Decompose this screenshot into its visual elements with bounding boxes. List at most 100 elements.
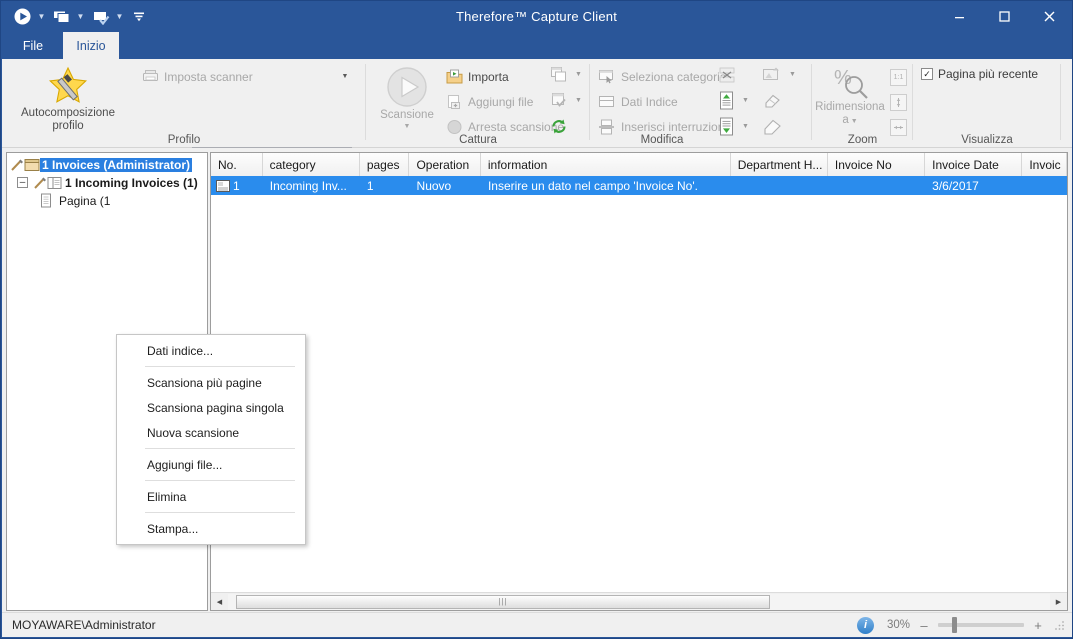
move-up-button[interactable]: ▼ xyxy=(718,91,749,110)
scan-button-dropdown-arrow[interactable]: ▼ xyxy=(404,122,411,131)
close-icon xyxy=(1044,11,1055,22)
apply-page-button[interactable]: ▼ xyxy=(550,91,582,110)
tab-file[interactable]: File xyxy=(11,32,55,59)
grid-header-invoice-no[interactable]: Invoice No xyxy=(828,153,925,176)
zoom-in-button[interactable]: + xyxy=(1032,618,1044,633)
select-category-label: Seleziona categoria xyxy=(621,70,726,84)
latest-page-checkbox-row[interactable]: ✓ Pagina più recente xyxy=(921,67,1038,81)
tree-expander-icon[interactable]: – xyxy=(17,177,28,188)
add-file-icon xyxy=(446,94,463,110)
ribbon-group-visualizza: ✓ Pagina più recente Visualizza xyxy=(913,59,1061,147)
chevron-down-icon[interactable]: ▼ xyxy=(789,71,796,78)
duplicate-page-button[interactable]: ▼ xyxy=(550,65,582,84)
scrollbar-thumb[interactable]: ||| xyxy=(236,595,770,609)
grid-horizontal-scrollbar[interactable]: ◀ ||| ▶ xyxy=(211,592,1067,610)
table-row[interactable]: 1 Incoming Inv... 1 Nuovo Inserire un da… xyxy=(211,176,1067,195)
grid-header-pages[interactable]: pages xyxy=(360,153,410,176)
tab-inizio[interactable]: Inizio xyxy=(63,32,119,59)
grid-header-invoice-date[interactable]: Invoice Date xyxy=(925,153,1022,176)
context-menu[interactable]: Dati indice... Scansiona più pagine Scan… xyxy=(116,334,306,545)
document-grid-panel[interactable]: No. category pages Operation information… xyxy=(210,152,1068,611)
import-button[interactable]: Importa xyxy=(446,67,509,86)
resize-grip-icon[interactable] xyxy=(1054,619,1066,631)
ribbon-group-modifica: Seleziona categoria Dati Indice Inserisc… xyxy=(590,59,812,147)
info-icon[interactable]: i xyxy=(857,617,874,634)
refresh-icon xyxy=(550,118,568,135)
setup-scanner-dropdown[interactable]: ▼ xyxy=(334,67,352,86)
add-file-button[interactable]: Aggiungi file xyxy=(446,92,533,111)
zoom-slider[interactable] xyxy=(938,623,1024,627)
menu-item-nuova-scansione[interactable]: Nuova scansione xyxy=(117,420,305,445)
menu-separator xyxy=(145,480,295,481)
page-check-icon xyxy=(550,92,568,109)
zoom-slider-thumb[interactable] xyxy=(952,617,957,633)
grid-header-category[interactable]: category xyxy=(263,153,360,176)
profile-wizard-label-2: profilo xyxy=(52,120,83,133)
index-data-button[interactable]: Dati Indice xyxy=(598,92,678,111)
maximize-button[interactable] xyxy=(982,1,1027,31)
import-folder-icon xyxy=(446,69,463,85)
fit-width-icon xyxy=(893,122,904,133)
select-category-icon xyxy=(598,69,616,84)
profile-wizard-button[interactable]: Autocomposizione profilo xyxy=(14,65,122,133)
tree-node-incoming-invoices[interactable]: – 1 Incoming Invoices (1) xyxy=(17,174,200,191)
setup-scanner-button[interactable]: Imposta scanner xyxy=(142,67,253,86)
resize-to-label-2: a ▼ xyxy=(842,114,857,128)
zoom-one-to-one-label: 1:1 xyxy=(894,74,904,81)
quick-access-toolbar: ▼ ▼ ▼ xyxy=(9,3,152,29)
erase-region-button[interactable] xyxy=(762,91,782,110)
eraser-icon xyxy=(762,92,782,109)
qat-scan-button[interactable] xyxy=(9,4,35,28)
split-document-button[interactable] xyxy=(718,65,736,84)
grid-header-operation[interactable]: Operation xyxy=(409,153,480,176)
menu-item-dati-indice[interactable]: Dati indice... xyxy=(117,338,305,363)
menu-item-scansiona-pagina-singola[interactable]: Scansiona pagina singola xyxy=(117,395,305,420)
zoom-fit-page-button[interactable] xyxy=(890,94,907,111)
grid-header-department[interactable]: Department H... xyxy=(731,153,828,176)
chevron-down-icon[interactable]: ▼ xyxy=(575,97,582,104)
zoom-actual-size-button[interactable]: 1:1 xyxy=(890,69,907,86)
scan-button[interactable]: Scansione ▼ xyxy=(374,65,440,131)
tree-node-pagina[interactable]: Pagina (1 xyxy=(39,192,112,209)
main-body: 1 Invoices (Administrator) – 1 Incoming … xyxy=(2,148,1072,615)
qat-import-dropdown[interactable]: ▼ xyxy=(76,5,85,27)
chevron-down-icon[interactable]: ▼ xyxy=(742,123,749,130)
grid-header-information[interactable]: information xyxy=(481,153,731,176)
chevron-down-icon[interactable]: ▼ xyxy=(742,97,749,104)
cell-information: Inserire un dato nel campo 'Invoice No'. xyxy=(481,176,731,195)
cell-no: 1 xyxy=(233,176,263,195)
qat-index-dropdown[interactable]: ▼ xyxy=(115,5,124,27)
grid-header-row: No. category pages Operation information… xyxy=(211,153,1067,177)
tree-node-invoices[interactable]: 1 Invoices (Administrator) xyxy=(10,156,192,173)
scrollbar-track[interactable]: ||| xyxy=(228,594,1050,610)
qat-import-button[interactable] xyxy=(48,4,74,28)
qat-scan-dropdown[interactable]: ▼ xyxy=(37,5,46,27)
latest-page-checkbox[interactable]: ✓ xyxy=(921,68,933,80)
close-button[interactable] xyxy=(1027,1,1072,31)
minimize-button[interactable] xyxy=(937,1,982,31)
grid-header-invoice-last[interactable]: Invoic xyxy=(1022,153,1067,176)
menu-item-aggiungi-file[interactable]: Aggiungi file... xyxy=(117,452,305,477)
rotate-image-button[interactable]: ▼ xyxy=(762,65,796,84)
erase-all-button[interactable] xyxy=(762,117,782,136)
zoom-out-button[interactable]: – xyxy=(918,618,930,633)
stop-scan-icon xyxy=(446,119,463,135)
scroll-left-button[interactable]: ◀ xyxy=(211,594,228,610)
menu-item-stampa[interactable]: Stampa... xyxy=(117,516,305,541)
menu-item-scansiona-piu-pagine[interactable]: Scansiona più pagine xyxy=(117,370,305,395)
menu-item-elimina[interactable]: Elimina xyxy=(117,484,305,509)
scroll-right-button[interactable]: ▶ xyxy=(1050,594,1067,610)
qat-customize-button[interactable] xyxy=(126,4,152,28)
grid-header-no[interactable]: No. xyxy=(211,153,263,176)
resize-to-button[interactable]: % Ridimensiona a ▼ xyxy=(814,65,886,128)
application-window: ▼ ▼ ▼ xyxy=(0,0,1073,639)
fit-page-icon xyxy=(893,97,904,108)
cell-operation: Nuovo xyxy=(410,176,481,195)
qat-index-button[interactable] xyxy=(87,4,113,28)
cell-department xyxy=(731,176,828,195)
document-row-icon xyxy=(216,180,230,192)
chevron-down-icon[interactable]: ▼ xyxy=(575,71,582,78)
tree-node-incoming-invoices-label: 1 Incoming Invoices (1) xyxy=(63,176,200,190)
select-category-button[interactable]: Seleziona categoria xyxy=(598,67,726,86)
copy-pages-icon xyxy=(550,66,568,83)
